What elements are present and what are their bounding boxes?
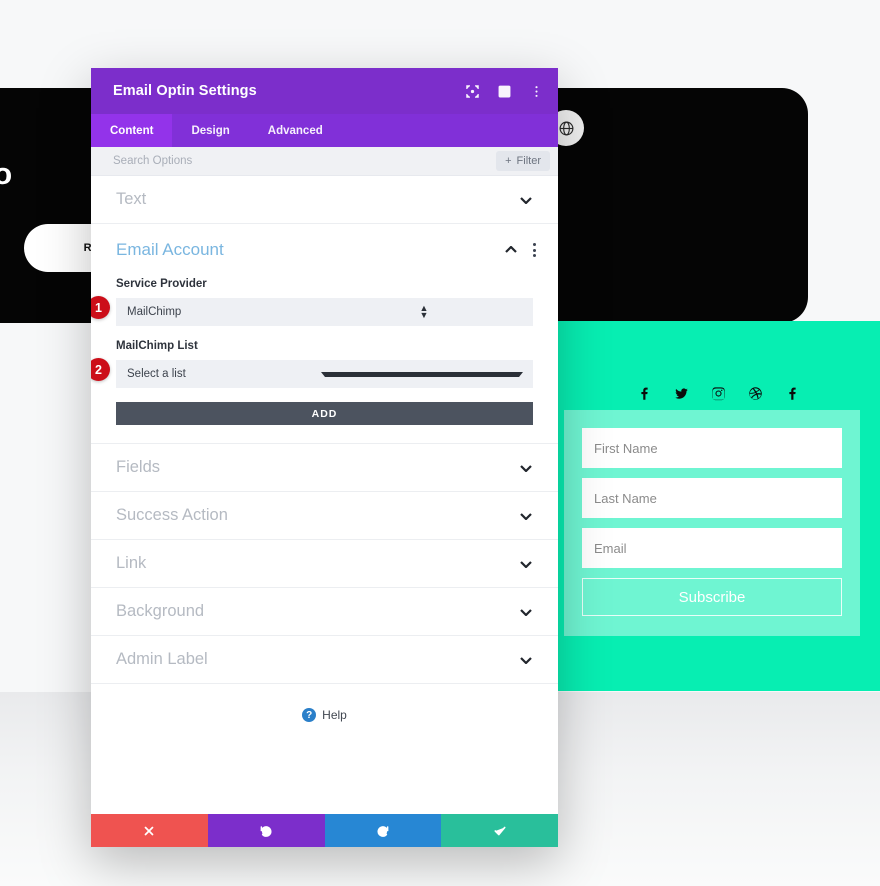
section-options-icon[interactable]	[532, 242, 536, 258]
more-vertical-icon[interactable]	[528, 83, 544, 99]
section-admin-label-label: Admin Label	[116, 650, 208, 668]
instagram-icon[interactable]	[711, 386, 726, 401]
section-success-action-label: Success Action	[116, 506, 228, 524]
search-bar: Search Options + Filter	[91, 147, 558, 176]
cancel-button[interactable]	[91, 814, 208, 847]
email-field[interactable]: Email	[582, 528, 842, 568]
background-optin-form: First Name Last Name Email Subscribe	[564, 410, 860, 636]
section-text-label: Text	[116, 190, 147, 208]
service-provider-field-wrap: 1 MailChimp ▲ ▼	[91, 296, 558, 326]
redo-button[interactable]	[324, 814, 442, 847]
facebook-icon[interactable]	[637, 386, 652, 401]
mailchimp-list-field-wrap: 2 Select a list	[91, 358, 558, 388]
dribbble-icon[interactable]	[748, 386, 763, 401]
modal-header-icons	[464, 83, 544, 99]
mailchimp-list-label: MailChimp List	[116, 340, 198, 352]
chevron-down-icon	[519, 461, 533, 475]
section-email-account: Email Account Service Provider 1 MailChi…	[91, 224, 558, 444]
section-admin-label[interactable]: Admin Label	[91, 636, 558, 684]
email-optin-settings-modal: Email Optin Settings Content Design Adva…	[91, 68, 558, 847]
last-name-field[interactable]: Last Name	[582, 478, 842, 518]
tab-advanced[interactable]: Advanced	[249, 114, 342, 147]
add-button[interactable]: ADD	[116, 402, 533, 425]
section-link[interactable]: Link	[91, 540, 558, 588]
first-name-field[interactable]: First Name	[582, 428, 842, 468]
tab-content[interactable]: Content	[91, 114, 173, 147]
plus-icon: +	[505, 155, 512, 167]
modal-body[interactable]: Text Email Account Service Provider 1 Ma…	[91, 176, 558, 814]
section-background-label: Background	[116, 602, 205, 620]
mailchimp-list-value: Select a list	[127, 368, 186, 380]
filter-label: Filter	[516, 155, 541, 167]
tab-design[interactable]: Design	[172, 114, 248, 147]
chevron-up-icon[interactable]	[504, 243, 518, 257]
modal-title: Email Optin Settings	[113, 83, 257, 99]
question-icon: ?	[302, 708, 317, 722]
service-provider-value: MailChimp	[127, 306, 182, 318]
modal-footer	[91, 814, 558, 847]
search-input[interactable]: Search Options	[113, 155, 496, 167]
background-social-row	[556, 380, 880, 406]
section-fields[interactable]: Fields	[91, 444, 558, 492]
undo-button[interactable]	[207, 814, 325, 847]
service-provider-label: Service Provider	[116, 278, 207, 290]
section-background[interactable]: Background	[91, 588, 558, 636]
section-success-action[interactable]: Success Action	[91, 492, 558, 540]
section-link-label: Link	[116, 554, 147, 572]
modal-header: Email Optin Settings	[91, 68, 558, 114]
chevron-down-icon	[519, 653, 533, 667]
help-label: Help	[322, 708, 347, 722]
save-button[interactable]	[441, 814, 558, 847]
modal-tabs: Content Design Advanced	[91, 114, 558, 147]
focus-icon[interactable]	[464, 83, 480, 99]
step-badge-2: 2	[91, 358, 110, 381]
updown-arrows-icon: ▲ ▼	[419, 303, 429, 320]
screenshot-root: cited to REQUEST First Name Last Name Em…	[0, 0, 880, 886]
service-provider-select[interactable]: MailChimp ▲ ▼	[116, 298, 533, 326]
twitter-icon[interactable]	[674, 386, 689, 401]
chevron-down-icon	[519, 557, 533, 571]
mailchimp-list-select[interactable]: Select a list	[116, 360, 533, 388]
step-badge-1: 1	[91, 296, 110, 319]
chevron-down-icon	[519, 193, 533, 207]
chevron-down-icon	[519, 509, 533, 523]
filter-button[interactable]: + Filter	[496, 151, 550, 171]
section-email-account-label: Email Account	[116, 240, 224, 259]
subscribe-button[interactable]: Subscribe	[582, 578, 842, 616]
section-text[interactable]: Text	[91, 176, 558, 224]
chevron-down-icon	[519, 605, 533, 619]
facebook-icon[interactable]	[785, 386, 800, 401]
section-email-account-header[interactable]: Email Account	[91, 224, 558, 276]
layout-columns-icon[interactable]	[496, 83, 512, 99]
help-row[interactable]: ? Help	[91, 684, 558, 746]
section-fields-label: Fields	[116, 458, 161, 476]
chevron-down-icon	[321, 371, 523, 377]
